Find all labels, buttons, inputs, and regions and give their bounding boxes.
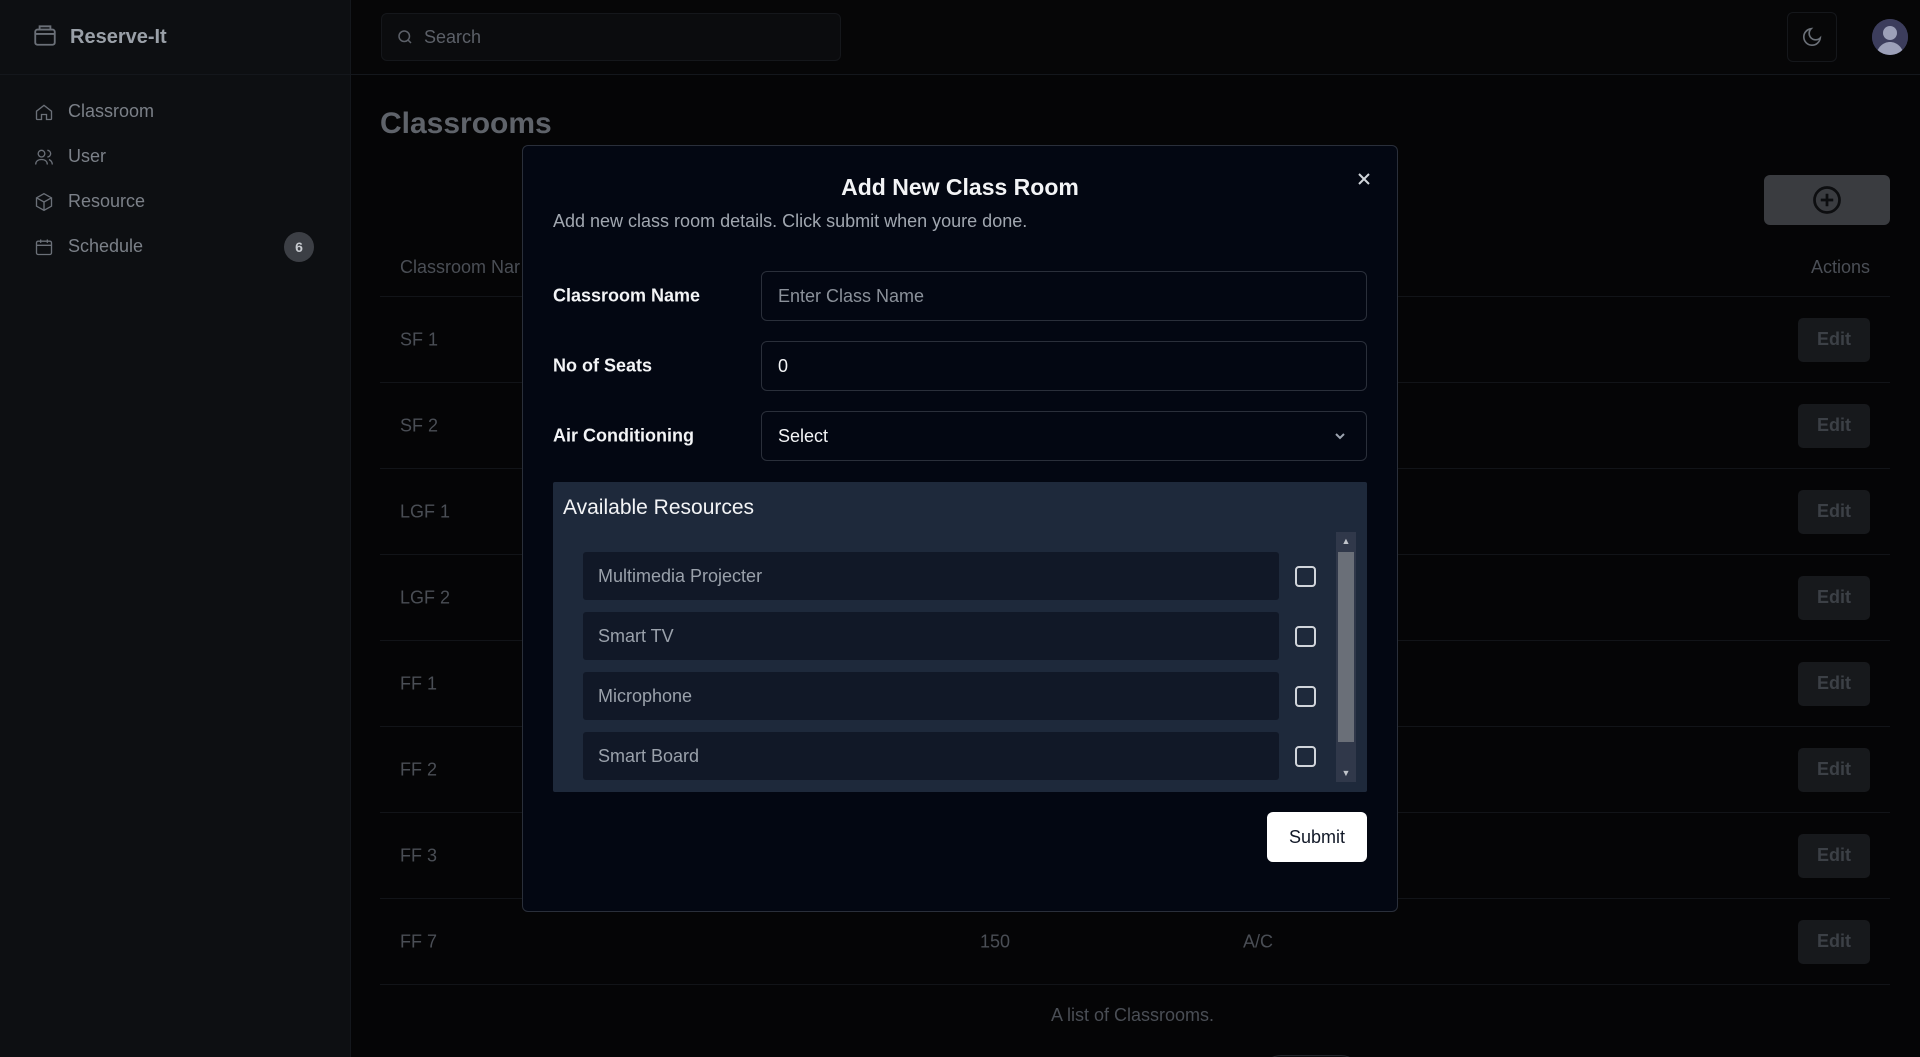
cell-name: FF 3	[400, 845, 438, 865]
edit-button[interactable]: Edit	[1798, 317, 1870, 362]
available-resources-panel: Available Resources Multimedia Projecter…	[553, 482, 1367, 792]
column-header-actions: Actions	[1810, 257, 1870, 277]
cell-name: SF 1	[400, 329, 439, 349]
resource-name: Microphone	[583, 672, 1279, 720]
scroll-down-arrow-icon[interactable]: ▼	[1336, 766, 1356, 780]
moon-icon	[1802, 27, 1822, 47]
top-header	[351, 0, 1920, 75]
page-title: Classrooms	[380, 107, 552, 140]
search-icon	[398, 30, 412, 44]
home-icon	[35, 103, 53, 120]
cell-name: FF 7	[400, 931, 438, 951]
search-input[interactable]	[424, 26, 804, 48]
sidebar: Reserve-It Classroom User Resource Sched…	[0, 0, 351, 1057]
cell-name: FF 2	[400, 759, 438, 779]
schedule-count-badge: 6	[284, 231, 314, 262]
column-header-name[interactable]: Classroom Nar	[400, 257, 520, 278]
sidebar-item-classroom[interactable]: Classroom	[0, 89, 350, 134]
edit-button[interactable]: Edit	[1798, 919, 1870, 964]
resource-name: Smart Board	[583, 732, 1279, 780]
table-caption: A list of Classrooms.	[1051, 1005, 1215, 1025]
cell-name: LGF 1	[400, 501, 451, 521]
theme-toggle-button[interactable]	[1787, 12, 1837, 62]
scroll-up-arrow-icon[interactable]: ▲	[1336, 534, 1356, 548]
add-classroom-dialog: Add New Class Room Add new class room de…	[522, 145, 1398, 912]
chevron-down-icon	[1335, 433, 1345, 440]
avatar[interactable]	[1872, 19, 1908, 55]
dialog-title: Add New Class Room	[841, 174, 1079, 200]
seats-row: No of Seats	[553, 341, 1367, 391]
resource-checkbox[interactable]	[1295, 686, 1316, 707]
resource-checkbox[interactable]	[1295, 566, 1316, 587]
sidebar-item-label: Resource	[68, 191, 146, 211]
sidebar-item-label: Classroom	[68, 101, 155, 121]
edit-button[interactable]: Edit	[1798, 403, 1870, 448]
air-conditioning-select[interactable]: Select	[761, 411, 1367, 461]
user-avatar-icon	[1872, 19, 1908, 55]
cell-name: SF 2	[400, 415, 439, 435]
calendar-icon	[35, 239, 53, 255]
resource-checkbox[interactable]	[1295, 746, 1316, 767]
resource-checkbox[interactable]	[1295, 626, 1316, 647]
resources-list: Multimedia Projecter Smart TV Microphone…	[583, 552, 1316, 792]
search-bar[interactable]	[381, 13, 841, 61]
sidebar-item-label: User	[68, 146, 107, 166]
classroom-name-label: Classroom Name	[553, 285, 701, 306]
sidebar-item-label: Schedule	[68, 236, 144, 256]
select-value: Select	[778, 425, 829, 446]
edit-button[interactable]: Edit	[1798, 575, 1870, 620]
sidebar-item-schedule[interactable]: Schedule 6	[0, 224, 350, 269]
list-item: Smart TV	[583, 612, 1316, 660]
package-icon	[32, 22, 58, 53]
resources-title: Available Resources	[563, 496, 755, 519]
edit-button[interactable]: Edit	[1798, 747, 1870, 792]
sidebar-nav: Classroom User Resource Schedule 6	[0, 75, 350, 269]
package-icon	[35, 192, 53, 211]
brand[interactable]: Reserve-It	[0, 0, 350, 75]
edit-button[interactable]: Edit	[1798, 489, 1870, 534]
submit-button[interactable]: Submit	[1267, 812, 1367, 862]
list-item: Smart Board	[583, 732, 1316, 780]
classroom-name-row: Classroom Name	[553, 271, 1367, 321]
resource-name: Multimedia Projecter	[583, 552, 1279, 600]
edit-button[interactable]: Edit	[1798, 661, 1870, 706]
users-icon	[35, 149, 53, 165]
resources-scrollbar[interactable]: ▲ ▼	[1336, 532, 1356, 782]
dialog-description: Add new class room details. Click submit…	[553, 211, 1028, 231]
sidebar-item-resource[interactable]: Resource	[0, 179, 350, 224]
scrollbar-thumb[interactable]	[1338, 552, 1354, 742]
app-name: Reserve-It	[70, 25, 167, 48]
edit-button[interactable]: Edit	[1798, 833, 1870, 878]
classroom-name-input[interactable]	[761, 271, 1367, 321]
air-conditioning-row: Air Conditioning Select	[553, 411, 1367, 461]
air-conditioning-label: Air Conditioning	[553, 425, 694, 446]
add-classroom-button[interactable]	[1764, 175, 1890, 225]
sidebar-item-user[interactable]: User	[0, 134, 350, 179]
seats-input[interactable]	[761, 341, 1367, 391]
list-item: Microphone	[583, 672, 1316, 720]
cell-seats: 150	[980, 931, 1011, 951]
cell-name: LGF 2	[400, 587, 451, 607]
cell-name: FF 1	[400, 673, 438, 693]
seats-label: No of Seats	[553, 355, 653, 376]
list-item: Multimedia Projecter	[583, 552, 1316, 600]
resource-name: Smart TV	[583, 612, 1279, 660]
cell-ac: A/C	[1243, 931, 1274, 951]
plus-circle-icon	[1813, 186, 1841, 214]
